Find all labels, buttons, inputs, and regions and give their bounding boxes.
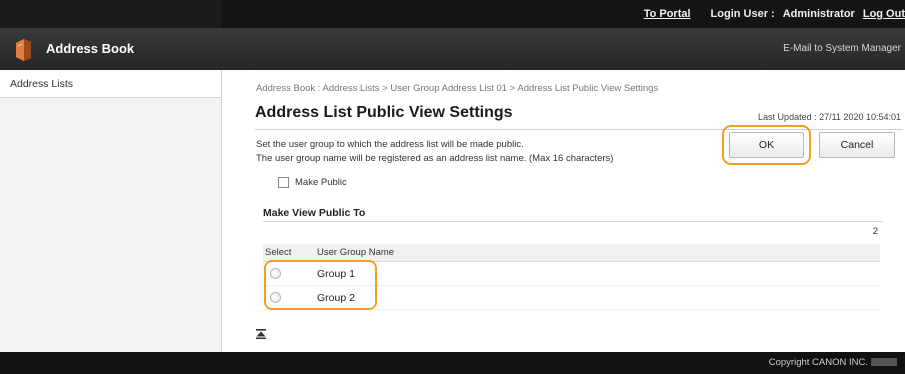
table-row[interactable]: Group 2 — [263, 286, 880, 310]
group-name: Group 1 — [317, 267, 355, 280]
last-updated: Last Updated : 27/11 2020 10:54:01 — [758, 112, 901, 122]
email-system-manager-link[interactable]: E-Mail to System Manager — [783, 43, 901, 54]
address-book-icon — [16, 39, 31, 61]
item-count: 2 — [872, 226, 878, 237]
footer: Copyright CANON INC. — [0, 352, 905, 374]
top-bar-links: To Portal Login User : Administrator Log… — [644, 0, 905, 28]
section-title: Make View Public To — [263, 207, 366, 219]
column-header-user-group-name: User Group Name — [317, 247, 395, 258]
login-user-label: Login User : — [710, 8, 775, 20]
column-header-select: Select — [265, 247, 292, 258]
ok-button[interactable]: OK — [729, 132, 804, 158]
description-line-1: Set the user group to which the address … — [256, 139, 524, 150]
top-bar-left-strip — [0, 0, 222, 28]
make-public-checkbox-row[interactable]: Make Public — [278, 177, 347, 188]
select-cell — [263, 292, 317, 303]
login-user-name: Administrator — [782, 8, 855, 20]
scroll-to-top-icon[interactable] — [255, 328, 267, 340]
app-title: Address Book — [46, 41, 135, 56]
table-row[interactable]: Group 1 — [263, 262, 880, 286]
main-content: Address Book : Address Lists > User Grou… — [222, 70, 905, 352]
make-public-label: Make Public — [295, 177, 347, 188]
sidebar-item-address-lists[interactable]: Address Lists — [0, 70, 221, 98]
group-2-radio[interactable] — [270, 292, 281, 303]
make-public-checkbox[interactable] — [278, 177, 289, 188]
app-header: Address Book E-Mail to System Manager — [0, 28, 905, 70]
page-title: Address List Public View Settings — [255, 104, 513, 121]
top-bar: To Portal Login User : Administrator Log… — [0, 0, 905, 28]
section-divider — [263, 221, 883, 222]
redacted-mark — [871, 358, 897, 366]
title-divider — [255, 129, 903, 130]
sidebar: Address Lists — [0, 70, 222, 352]
cancel-button[interactable]: Cancel — [819, 132, 895, 158]
table-header: Select User Group Name — [263, 244, 880, 262]
copyright: Copyright CANON INC. — [769, 357, 897, 368]
user-group-table: Select User Group Name Group 1 Group 2 — [263, 244, 880, 310]
breadcrumb: Address Book : Address Lists > User Grou… — [256, 83, 659, 94]
log-out-link[interactable]: Log Out — [863, 8, 905, 20]
to-portal-link[interactable]: To Portal — [644, 8, 691, 20]
copyright-text: Copyright CANON INC. — [768, 357, 868, 368]
description-line-2: The user group name will be registered a… — [256, 153, 614, 164]
description: Set the user group to which the address … — [256, 138, 613, 166]
select-cell — [263, 268, 317, 279]
group-1-radio[interactable] — [270, 268, 281, 279]
group-name: Group 2 — [317, 291, 355, 304]
